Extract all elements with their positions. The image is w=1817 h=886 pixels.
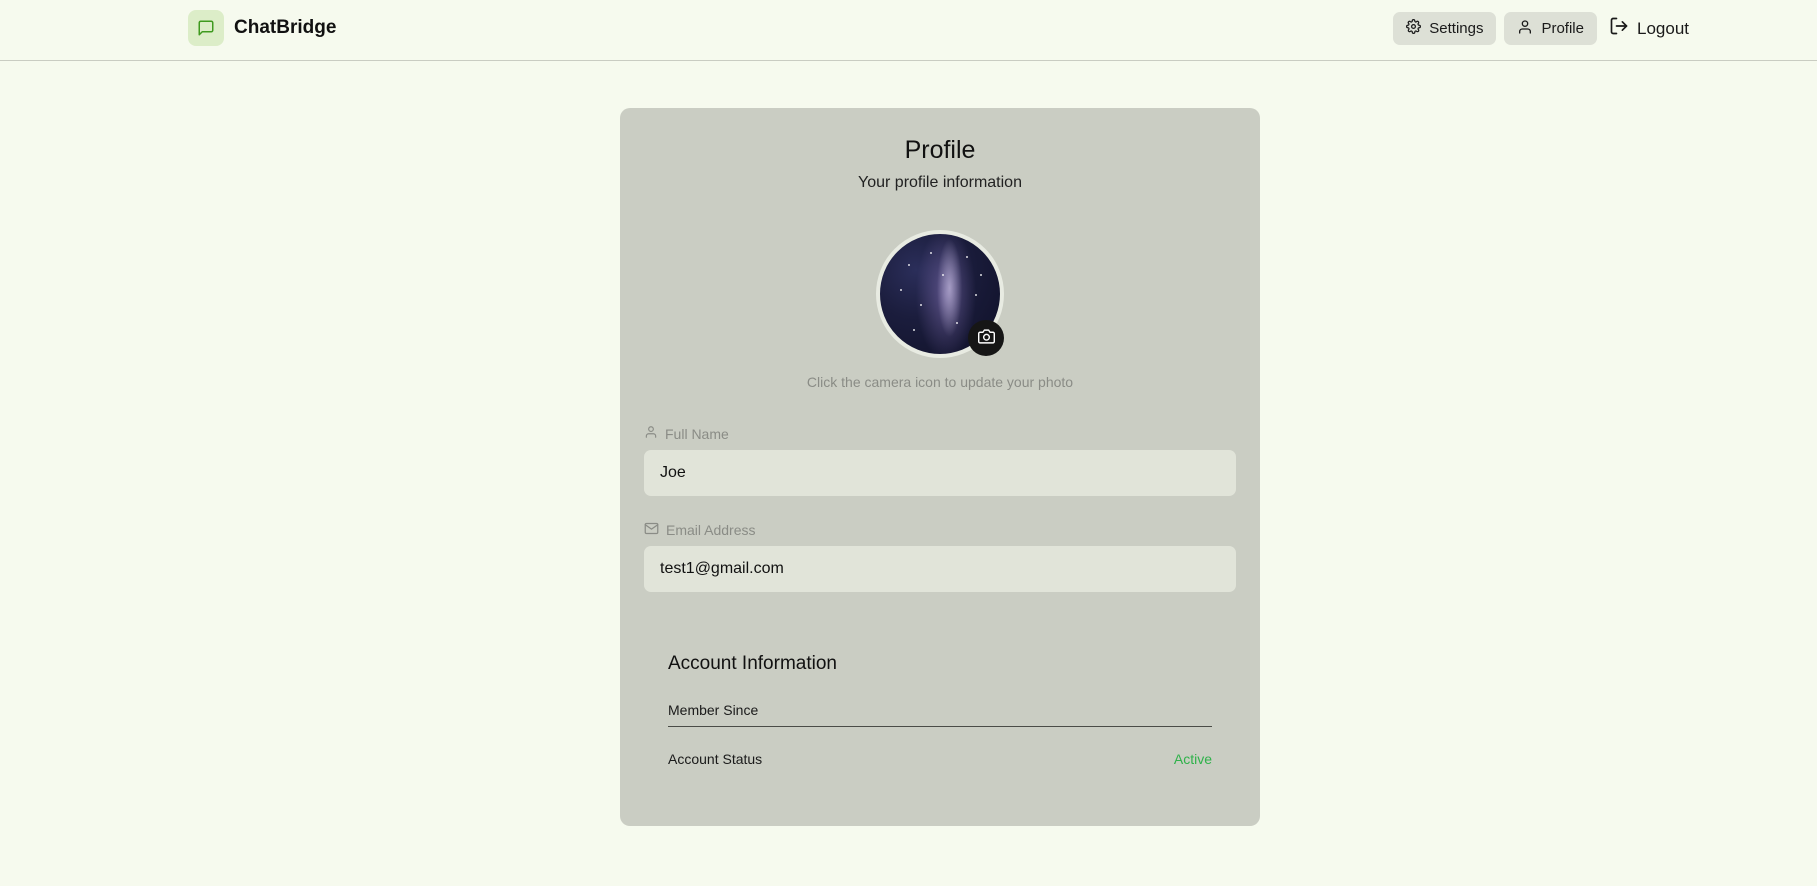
account-status-label: Account Status bbox=[668, 751, 763, 767]
page-subtitle: Your profile information bbox=[858, 174, 1022, 191]
top-navigation-bar: ChatBridge Settings Profile Logout bbox=[0, 0, 1817, 61]
member-since-label: Member Since bbox=[668, 702, 759, 718]
account-status-value: Active bbox=[1173, 751, 1212, 767]
photo-hint: Click the camera icon to update your pho… bbox=[806, 374, 1074, 390]
email-label: Email Address bbox=[644, 521, 755, 539]
full-name-label: Full Name bbox=[644, 425, 729, 442]
full-name-value: Joe bbox=[660, 464, 686, 481]
camera-icon bbox=[977, 328, 995, 348]
settings-label: Settings bbox=[1429, 20, 1484, 37]
camera-button[interactable] bbox=[968, 320, 1004, 356]
brand[interactable]: ChatBridge bbox=[188, 10, 336, 46]
user-icon bbox=[1517, 19, 1533, 39]
full-name-label-text: Full Name bbox=[665, 425, 729, 442]
settings-button[interactable]: Settings bbox=[1393, 12, 1497, 45]
mail-icon bbox=[644, 521, 659, 539]
full-name-field[interactable]: Joe bbox=[644, 450, 1236, 496]
page-title: Profile bbox=[904, 136, 976, 164]
logout-button[interactable]: Logout bbox=[1605, 12, 1693, 45]
logout-icon bbox=[1609, 16, 1629, 41]
nav-actions: Settings Profile Logout bbox=[1393, 12, 1693, 45]
logout-label: Logout bbox=[1637, 18, 1689, 38]
chat-bubble-icon bbox=[188, 10, 224, 46]
profile-label: Profile bbox=[1541, 20, 1584, 37]
account-information-heading: Account Information bbox=[668, 653, 837, 674]
email-label-text: Email Address bbox=[666, 522, 756, 538]
user-icon bbox=[644, 425, 658, 442]
profile-button[interactable]: Profile bbox=[1504, 12, 1597, 45]
app-name: ChatBridge bbox=[234, 17, 337, 38]
email-value: test1@gmail.com bbox=[660, 560, 784, 577]
profile-card: Profile Your profile information Click t… bbox=[620, 108, 1260, 826]
member-since-row: Member Since bbox=[668, 702, 1212, 727]
account-status-row: Account Status Active bbox=[668, 751, 1212, 767]
email-field[interactable]: test1@gmail.com bbox=[644, 546, 1236, 592]
gear-icon bbox=[1406, 19, 1422, 38]
avatar-container bbox=[876, 230, 1004, 358]
